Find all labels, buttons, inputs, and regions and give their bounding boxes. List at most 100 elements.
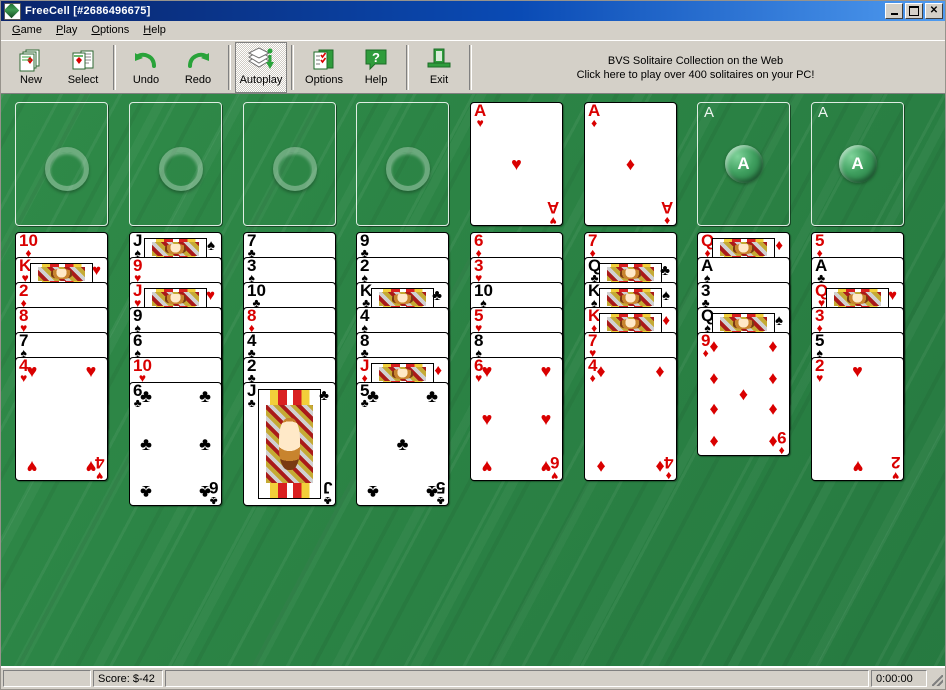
minimize-button[interactable] bbox=[885, 3, 903, 19]
close-button[interactable]: ✕ bbox=[925, 3, 943, 19]
card-rank: J bbox=[322, 478, 332, 497]
card-pip: ♣ bbox=[199, 434, 211, 454]
menu-item-game[interactable]: Game bbox=[5, 22, 49, 38]
court-figure bbox=[258, 389, 321, 499]
card-corner-top-left: 2 ♥ bbox=[815, 358, 824, 384]
redo-icon bbox=[184, 46, 212, 74]
card-corner-bottom-right: A ♥ bbox=[547, 198, 559, 225]
free-cell-3[interactable] bbox=[243, 102, 336, 226]
card-pip: ♥ bbox=[511, 154, 522, 174]
card-corner-top-left: 7 ♥ bbox=[588, 333, 597, 359]
card-pip: ♦ bbox=[768, 399, 778, 420]
card-suit-top-right: ♠ bbox=[662, 287, 670, 304]
web-ad-line-1: BVS Solitaire Collection on the Web bbox=[607, 54, 784, 67]
cards-icon bbox=[4, 2, 21, 20]
card-corner-bottom-right: A ♦ bbox=[661, 198, 673, 225]
svg-text:?: ? bbox=[372, 50, 380, 65]
toolbar-label-autoplay: Autoplay bbox=[239, 74, 283, 86]
card-corner-top-left: 4 ♠ bbox=[360, 308, 369, 334]
toolbar-button-undo[interactable]: Undo bbox=[120, 42, 172, 93]
card-corner-top-left: 8 ♠ bbox=[474, 333, 483, 359]
card-corner-top-left: J ♣ bbox=[247, 383, 256, 409]
card-pip: ♦ bbox=[596, 361, 606, 382]
toolbar-button-options[interactable]: Options bbox=[298, 42, 350, 93]
card-suit-top-right: ♦ bbox=[775, 237, 783, 254]
card-rank: 4 bbox=[94, 453, 104, 472]
menu-item-options-rest: ptions bbox=[99, 24, 130, 36]
card-corner-top-left: 3 ♥ bbox=[474, 258, 483, 284]
card-pip: ♥ bbox=[26, 361, 38, 382]
toolbar-button-help[interactable]: ? Help bbox=[350, 42, 402, 93]
card-pip: ♣ bbox=[367, 481, 379, 502]
card-pip: ♦ bbox=[596, 456, 606, 477]
toolbar-button-new[interactable]: New bbox=[5, 42, 57, 93]
free-cell-placeholder-ring bbox=[158, 147, 203, 191]
foundation-2[interactable]: AA bbox=[811, 102, 904, 226]
card-corner-top-left: 7 ♦ bbox=[588, 233, 597, 259]
toolbar-button-redo[interactable]: Redo bbox=[172, 42, 224, 93]
free-cell-5-card[interactable]: A ♥ ♥ A ♥ bbox=[470, 102, 563, 226]
card-5-clubs[interactable]: 5 ♣ ♣ ♣ ♣ ♣ ♣ 5 ♣ bbox=[356, 382, 449, 506]
maximize-button[interactable] bbox=[905, 3, 923, 19]
card-4-diamonds[interactable]: 4 ♦ ♦ ♦ ♦ ♦ 4 ♦ bbox=[584, 357, 677, 481]
card-pip: ♣ bbox=[140, 386, 152, 407]
select-game-icon bbox=[69, 46, 97, 74]
card-pip: ♥ bbox=[85, 361, 97, 382]
card-corner-top-left: 5 ♠ bbox=[815, 333, 824, 359]
free-cell-6-card[interactable]: A ♦ ♦ A ♦ bbox=[584, 102, 677, 226]
menu-bar: Game Play Options Help bbox=[1, 21, 945, 40]
free-cell-placeholder-ring bbox=[44, 147, 89, 191]
card-pips: ♦ ♦ ♦ ♦ ♦ ♦ ♦ ♦ ♦ bbox=[709, 337, 777, 452]
free-cell-placeholder-ring bbox=[272, 147, 317, 191]
card-6-clubs[interactable]: 6 ♣ ♣ ♣ ♣ ♣ ♣ ♣ 6 ♣ bbox=[129, 382, 222, 506]
toolbar-button-select[interactable]: Select bbox=[57, 42, 109, 93]
card-6-hearts[interactable]: 6 ♥ ♥ ♥ ♥ ♥ ♥ ♥ 6 ♥ bbox=[470, 357, 563, 481]
toolbar-button-autoplay[interactable]: Autoplay bbox=[235, 42, 287, 93]
free-cell-4[interactable] bbox=[356, 102, 449, 226]
menu-item-help[interactable]: Help bbox=[136, 22, 173, 38]
title-bar: FreeCell [#2686496675] ✕ bbox=[1, 1, 945, 21]
toolbar-label-exit: Exit bbox=[429, 74, 449, 86]
options-icon bbox=[310, 46, 338, 74]
card-pip: ♥ bbox=[481, 361, 493, 382]
card-pips: ♣ ♣ ♣ ♣ ♣ ♣ bbox=[140, 387, 211, 502]
card-pip: ♦ bbox=[625, 154, 636, 174]
window-title: FreeCell [#2686496675] bbox=[25, 5, 151, 17]
card-suit: ♥ bbox=[816, 371, 824, 385]
web-ad-link[interactable]: BVS Solitaire Collection on the Web Clic… bbox=[476, 42, 945, 93]
card-corner-top-left: 7 ♠ bbox=[19, 333, 28, 359]
foundation-1[interactable]: AA bbox=[697, 102, 790, 226]
autoplay-icon bbox=[246, 46, 276, 74]
menu-item-options[interactable]: Options bbox=[84, 22, 136, 38]
card-corner-top-left: 3 ♠ bbox=[247, 258, 256, 284]
card-suit: ♦ bbox=[591, 116, 598, 130]
card-corner-top-left: 10 ♠ bbox=[474, 283, 493, 309]
card-pips: ♥ ♥ ♥ ♥ ♥ ♥ bbox=[482, 362, 552, 477]
card-pips: ♥ ♥ bbox=[828, 362, 887, 477]
free-cell-2[interactable] bbox=[129, 102, 222, 226]
card-j-clubs[interactable]: J ♣ ♣ J ♣ bbox=[243, 382, 336, 506]
menu-item-play[interactable]: Play bbox=[49, 22, 84, 38]
card-corner-bottom-right: 6 ♥ bbox=[550, 453, 559, 480]
card-4-hearts[interactable]: 4 ♥ ♥ ♥ ♥ ♥ 4 ♥ bbox=[15, 357, 108, 481]
card-9-diamonds[interactable]: 9 ♦ ♦ ♦ ♦ ♦ ♦ ♦ ♦ ♦ ♦ 9 ♦ bbox=[697, 332, 790, 456]
game-board[interactable]: A♥♥A♥A♦♦A♦AAAA10♦♦♦♦♦♦♦♦♦♦♦K♥♥2♦♦♦8♥♥♥♥♥… bbox=[1, 94, 945, 667]
toolbar-label-help: Help bbox=[364, 74, 388, 86]
card-rank: 6 bbox=[208, 478, 218, 497]
card-pip: ♦ bbox=[709, 336, 719, 357]
card-pip: ♣ bbox=[199, 386, 211, 407]
card-suit-top-right: ♥ bbox=[92, 262, 101, 279]
card-corner-top-left: 10 ♣ bbox=[247, 283, 266, 309]
card-corner-bottom-right: 6 ♣ bbox=[208, 478, 218, 505]
card-suit: ♦ bbox=[702, 346, 709, 360]
menu-item-game-rest: ame bbox=[20, 24, 42, 36]
card-corner-top-left: 3 ♦ bbox=[815, 308, 824, 334]
toolbar-button-exit[interactable]: Exit bbox=[413, 42, 465, 93]
card-corner-top-left: J ♥ bbox=[133, 283, 142, 309]
resize-grip[interactable] bbox=[929, 670, 943, 687]
card-2-hearts[interactable]: 2 ♥ ♥ ♥ 2 ♥ bbox=[811, 357, 904, 481]
card-corner-top-left: 5 ♥ bbox=[474, 308, 483, 334]
card-suit-top-right: ♥ bbox=[888, 287, 897, 304]
toolbar-separator-3 bbox=[291, 45, 294, 90]
free-cell-1[interactable] bbox=[15, 102, 108, 226]
